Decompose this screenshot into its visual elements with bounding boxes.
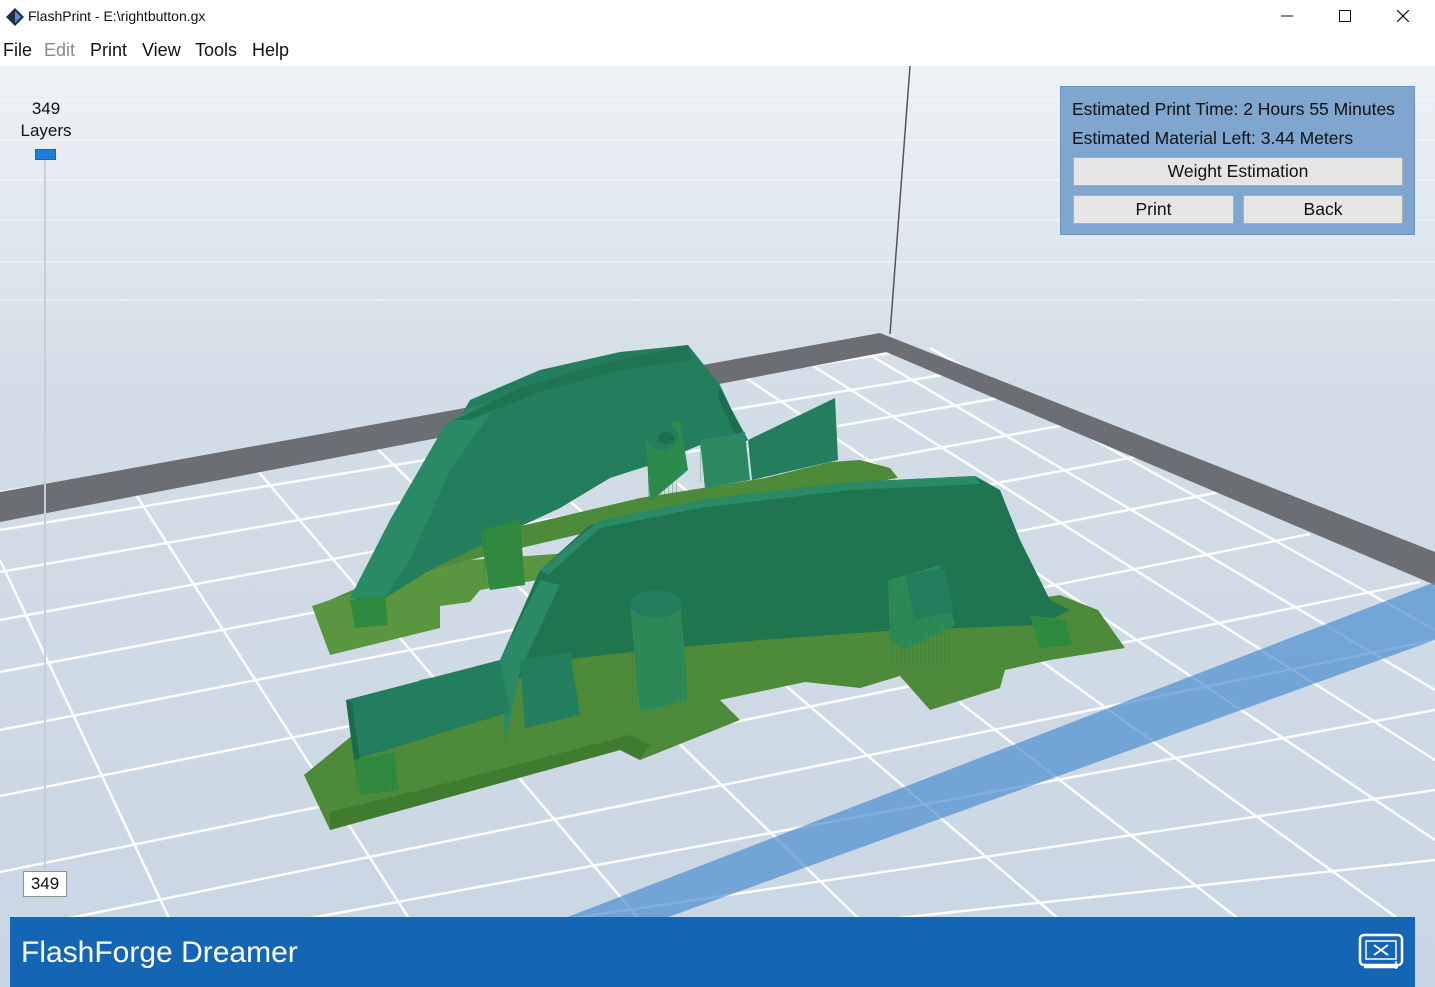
- printer-connect-icon[interactable]: [1358, 933, 1404, 971]
- menu-view[interactable]: View: [142, 40, 181, 61]
- minimize-icon: [1281, 15, 1293, 17]
- current-layer-field[interactable]: 349: [23, 871, 67, 897]
- close-button[interactable]: [1374, 0, 1432, 32]
- menu-print[interactable]: Print: [90, 40, 127, 61]
- layer-slider-track[interactable]: [44, 156, 46, 872]
- printer-name: FlashForge Dreamer: [21, 936, 298, 969]
- printer-status-bar: FlashForge Dreamer: [10, 917, 1415, 987]
- back-button[interactable]: Back: [1243, 195, 1403, 224]
- maximize-button[interactable]: [1316, 0, 1374, 32]
- layer-count: 349: [31, 99, 61, 118]
- menu-edit[interactable]: Edit: [44, 40, 75, 61]
- print-time-line: Estimated Print Time: 2 Hours 55 Minutes: [1072, 99, 1395, 120]
- layer-slider-handle[interactable]: [35, 149, 56, 160]
- flashprint-app-icon: [6, 8, 24, 26]
- material-line: Estimated Material Left: 3.44 Meters: [1072, 128, 1353, 149]
- menu-file[interactable]: File: [3, 40, 32, 61]
- material-label: Estimated Material Left:: [1072, 128, 1256, 148]
- print-estimate-panel: Estimated Print Time: 2 Hours 55 Minutes…: [1060, 86, 1415, 235]
- print-time-label: Estimated Print Time:: [1072, 99, 1239, 119]
- menu-bar: File Edit Print View Tools Help: [0, 34, 1435, 67]
- window-title: FlashPrint - E:\rightbutton.gx: [28, 8, 206, 24]
- minimize-button[interactable]: [1258, 0, 1316, 32]
- material-value: 3.44 Meters: [1260, 128, 1354, 148]
- close-icon: [1397, 10, 1409, 22]
- weight-estimation-button[interactable]: Weight Estimation: [1073, 157, 1403, 186]
- menu-tools[interactable]: Tools: [195, 40, 237, 61]
- layer-count-display: 349 Layers: [16, 98, 76, 142]
- layer-label: Layers: [20, 121, 72, 140]
- menu-help[interactable]: Help: [252, 40, 289, 61]
- print-time-value: 2 Hours 55 Minutes: [1243, 99, 1395, 119]
- print-button[interactable]: Print: [1073, 195, 1234, 224]
- title-bar: FlashPrint - E:\rightbutton.gx: [0, 0, 1435, 34]
- 3d-viewport[interactable]: 349 Layers 349 Estimated Print Time: 2 H…: [0, 66, 1435, 987]
- maximize-icon: [1339, 10, 1351, 22]
